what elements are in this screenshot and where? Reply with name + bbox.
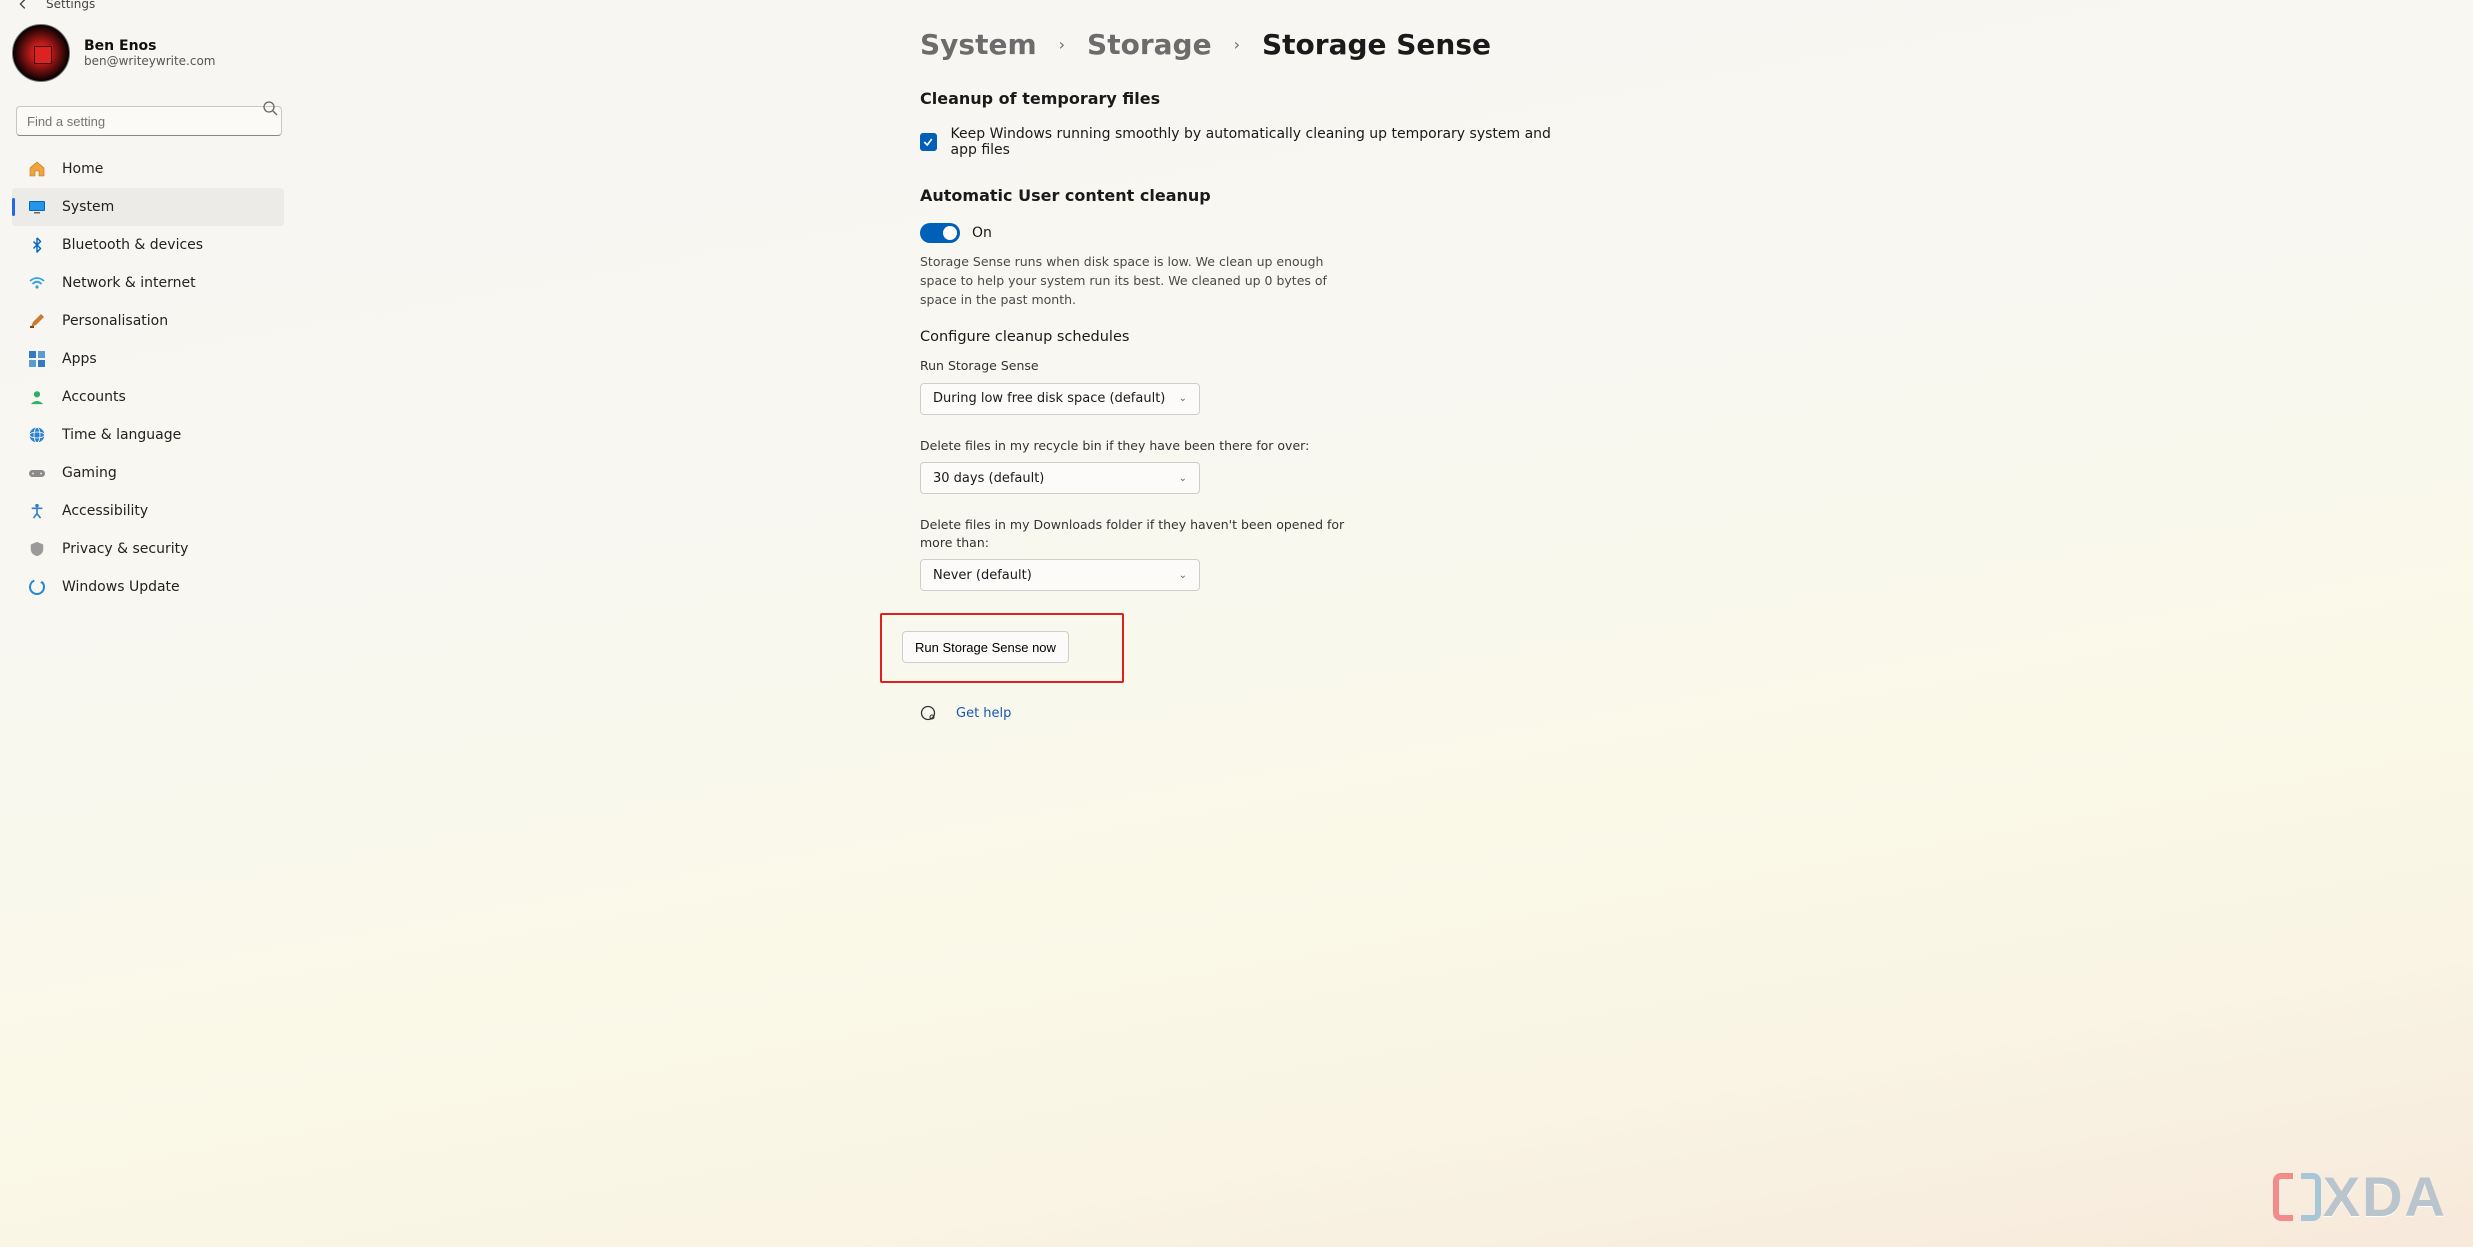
system-icon xyxy=(28,198,46,216)
home-icon xyxy=(28,160,46,178)
sidebar-item-label: Windows Update xyxy=(62,579,180,595)
downloads-dropdown[interactable]: Never (default) ⌄ xyxy=(920,559,1200,591)
sidebar-item-label: Time & language xyxy=(62,427,181,443)
sidebar-item-personalisation[interactable]: Personalisation xyxy=(12,302,284,340)
chevron-right-icon: › xyxy=(1234,35,1240,54)
user-name: Ben Enos xyxy=(84,38,216,54)
sidebar-nav: Home System Bluetooth & devices Network … xyxy=(4,146,300,606)
sidebar-item-label: Apps xyxy=(62,351,97,367)
sidebar-item-home[interactable]: Home xyxy=(12,150,284,188)
breadcrumb-system[interactable]: System xyxy=(920,28,1037,61)
sidebar-item-bluetooth[interactable]: Bluetooth & devices xyxy=(12,226,284,264)
chevron-down-icon: ⌄ xyxy=(1179,393,1187,404)
chevron-right-icon: › xyxy=(1059,35,1065,54)
run-storage-sense-dropdown[interactable]: During low free disk space (default) ⌄ xyxy=(920,383,1200,415)
sidebar-item-label: Gaming xyxy=(62,465,117,481)
section-heading-cleanup-temp: Cleanup of temporary files xyxy=(920,89,1560,108)
section-heading-auto-cleanup: Automatic User content cleanup xyxy=(920,186,1560,205)
sidebar-item-network[interactable]: Network & internet xyxy=(12,264,284,302)
search-input[interactable] xyxy=(16,106,282,136)
highlight-annotation: Run Storage Sense now xyxy=(880,613,1124,683)
section-heading-schedules: Configure cleanup schedules xyxy=(920,329,1560,345)
sidebar-item-label: Accounts xyxy=(62,389,126,405)
downloads-label: Delete files in my Downloads folder if t… xyxy=(920,516,1350,551)
button-label: Run Storage Sense now xyxy=(915,640,1056,655)
gamepad-icon xyxy=(28,464,46,482)
user-email: ben@writeywrite.com xyxy=(84,54,216,68)
recycle-bin-dropdown[interactable]: 30 days (default) ⌄ xyxy=(920,462,1200,494)
sidebar-item-time[interactable]: Time & language xyxy=(12,416,284,454)
globe-clock-icon xyxy=(28,426,46,444)
chevron-down-icon: ⌄ xyxy=(1179,473,1187,484)
avatar xyxy=(12,24,70,82)
auto-cleanup-toggle-label: On xyxy=(972,225,992,241)
sidebar-item-label: System xyxy=(62,199,114,215)
sidebar-item-label: Privacy & security xyxy=(62,541,188,557)
person-icon xyxy=(28,388,46,406)
auto-cleanup-description: Storage Sense runs when disk space is lo… xyxy=(920,253,1360,309)
paintbrush-icon xyxy=(28,312,46,330)
search-icon[interactable] xyxy=(262,100,278,116)
wifi-icon xyxy=(28,274,46,292)
user-account-block[interactable]: Ben Enos ben@writeywrite.com xyxy=(4,8,300,94)
xda-watermark: XDA xyxy=(2273,1164,2447,1229)
sidebar-item-label: Personalisation xyxy=(62,313,168,329)
recycle-bin-label: Delete files in my recycle bin if they h… xyxy=(920,437,1350,455)
sidebar-item-update[interactable]: Windows Update xyxy=(12,568,284,606)
window-title: Settings xyxy=(46,0,95,11)
shield-icon xyxy=(28,540,46,558)
xda-logo-icon xyxy=(2273,1169,2321,1225)
run-storage-sense-now-button[interactable]: Run Storage Sense now xyxy=(902,631,1069,663)
sidebar-item-accounts[interactable]: Accounts xyxy=(12,378,284,416)
sidebar-item-system[interactable]: System xyxy=(12,188,284,226)
temp-files-checkbox-label: Keep Windows running smoothly by automat… xyxy=(951,126,1560,158)
sidebar-item-gaming[interactable]: Gaming xyxy=(12,454,284,492)
sidebar-item-privacy[interactable]: Privacy & security xyxy=(12,530,284,568)
help-icon xyxy=(920,705,936,721)
run-storage-sense-label: Run Storage Sense xyxy=(920,357,1350,375)
breadcrumb-storage[interactable]: Storage xyxy=(1087,28,1212,61)
sidebar-item-accessibility[interactable]: Accessibility xyxy=(12,492,284,530)
sidebar-item-label: Home xyxy=(62,161,103,177)
chevron-down-icon: ⌄ xyxy=(1179,570,1187,581)
sidebar-item-apps[interactable]: Apps xyxy=(12,340,284,378)
update-icon xyxy=(28,578,46,596)
sidebar-item-label: Accessibility xyxy=(62,503,148,519)
sidebar-item-label: Network & internet xyxy=(62,275,196,291)
back-arrow-icon[interactable] xyxy=(16,0,30,11)
get-help-link[interactable]: Get help xyxy=(956,706,1011,721)
accessibility-icon xyxy=(28,502,46,520)
auto-cleanup-toggle[interactable] xyxy=(920,223,960,243)
dropdown-value: During low free disk space (default) xyxy=(933,391,1165,406)
bluetooth-icon xyxy=(28,236,46,254)
dropdown-value: Never (default) xyxy=(933,568,1032,583)
watermark-text: XDA xyxy=(2323,1164,2447,1229)
temp-files-checkbox[interactable] xyxy=(920,133,937,151)
sidebar-item-label: Bluetooth & devices xyxy=(62,237,203,253)
apps-icon xyxy=(28,350,46,368)
dropdown-value: 30 days (default) xyxy=(933,471,1044,486)
breadcrumb: System › Storage › Storage Sense xyxy=(920,28,1560,61)
page-title: Storage Sense xyxy=(1262,28,1491,61)
